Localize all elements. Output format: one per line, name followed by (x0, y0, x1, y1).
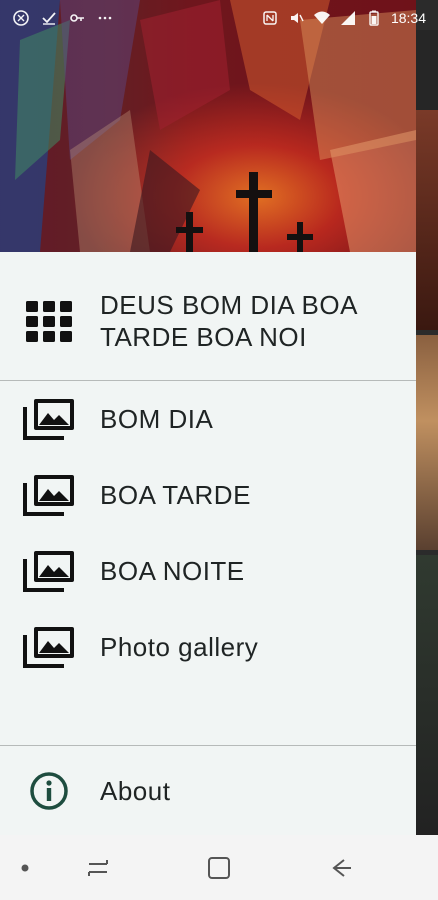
menu-item-label: About (100, 776, 171, 806)
bg-image-peek-3 (416, 555, 438, 835)
bg-image-peek-1 (416, 110, 438, 330)
menu-item-label: BOA NOITE (100, 556, 245, 586)
menu-item-deus-bom-dia[interactable]: DEUS BOM DIA BOA TARDE BOA NOI (0, 252, 416, 380)
back-button[interactable] (326, 854, 356, 882)
about-section: About (0, 745, 416, 835)
menu-item-bom-dia[interactable]: BOM DIA (0, 381, 416, 457)
system-navigation-bar (0, 835, 438, 900)
bg-image-peek-2 (416, 335, 438, 550)
menu-item-label: BOA TARDE (100, 480, 251, 510)
menu-item-photo-gallery[interactable]: Photo gallery (0, 609, 416, 685)
recents-button[interactable] (82, 855, 114, 881)
key-icon (68, 9, 86, 27)
nfc-icon (261, 9, 279, 27)
drawer-header-image (0, 0, 416, 252)
photo-library-icon (22, 544, 76, 598)
menu-item-boa-noite[interactable]: BOA NOITE (0, 533, 416, 609)
menu-item-label: BOM DIA (100, 404, 214, 434)
photo-library-icon (22, 620, 76, 674)
grid-icon (22, 294, 76, 348)
home-button[interactable] (204, 854, 234, 882)
bg-toolbar-peek (416, 30, 438, 110)
photo-library-icon (22, 468, 76, 522)
navigation-drawer: DEUS BOM DIA BOA TARDE BOA NOI BOM DIA B… (0, 0, 416, 835)
menu-item-label: DEUS BOM DIA BOA TARDE BOA NOI (100, 290, 357, 352)
menu-item-about[interactable]: About (0, 746, 416, 835)
more-icon (96, 9, 114, 27)
dot-button[interactable] (18, 861, 32, 875)
battery-icon (365, 9, 383, 27)
status-time: 18:34 (390, 10, 426, 26)
drawer-menu: DEUS BOM DIA BOA TARDE BOA NOI BOM DIA B… (0, 252, 416, 685)
check-icon (40, 9, 58, 27)
menu-item-boa-tarde[interactable]: BOA TARDE (0, 457, 416, 533)
menu-item-label: Photo gallery (100, 632, 259, 662)
app-icon (12, 9, 30, 27)
signal-icon (339, 9, 357, 27)
mute-icon (287, 9, 305, 27)
wifi-icon (313, 9, 331, 27)
photo-library-icon (22, 392, 76, 446)
info-icon (22, 764, 76, 818)
status-bar: 18:34 (0, 0, 438, 36)
